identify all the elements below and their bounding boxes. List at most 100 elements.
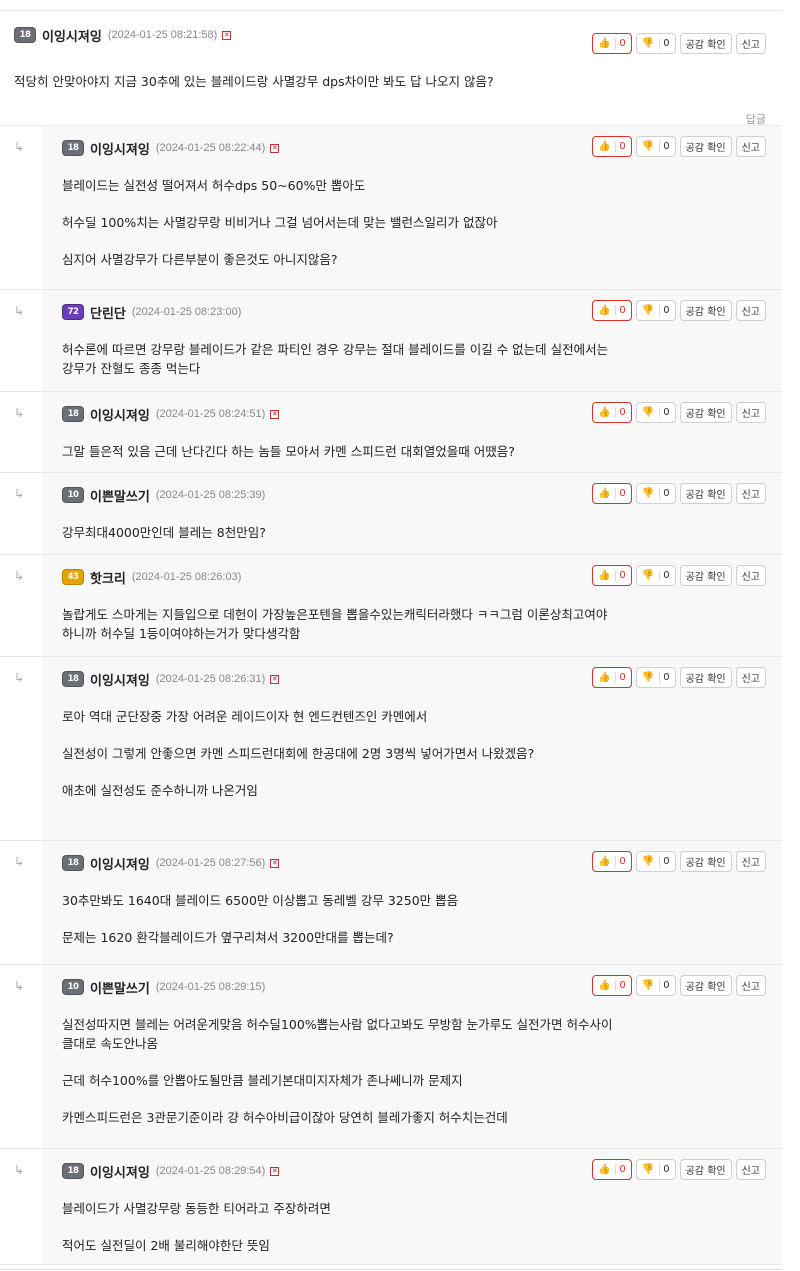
like-button[interactable]: 👍 0 — [591, 975, 632, 996]
author-nickname[interactable]: 단린단 — [90, 303, 126, 322]
comment-header: 18 이잉시져잉 (2024-01-25 08:26:31) ✕ — [62, 669, 280, 689]
comment-header: 43 핫크리 (2024-01-25 08:26:03) — [62, 567, 241, 587]
author-nickname[interactable]: 이잉시져잉 — [90, 139, 150, 158]
like-button[interactable]: 👍 0 — [591, 136, 632, 157]
like-button[interactable]: 👍 0 — [591, 402, 632, 423]
report-button[interactable]: 신고 — [735, 1159, 766, 1180]
dislike-button[interactable]: 👎 0 — [635, 33, 676, 54]
reply-paragraph: 30추만봐도 1640대 블레이드 6500만 이상뽑고 동레벨 강무 3250… — [62, 893, 459, 908]
thumbs-down-icon: 👎 — [641, 141, 655, 152]
reply-text: 허수론에 따르면 강무랑 블레이드가 같은 파티인 경우 강무는 절대 블레이드… — [62, 340, 617, 378]
thumbs-down-icon: 👎 — [641, 570, 655, 581]
level-badge-icon: 10 — [62, 487, 84, 503]
delete-mark-icon[interactable]: ✕ — [270, 409, 280, 419]
reply-comment: ↳ 18 이잉시져잉 (2024-01-25 08:26:31) ✕ 👍 0 👎 0… — [0, 657, 782, 841]
thumbs-up-icon: 👍 — [597, 1164, 611, 1175]
report-button[interactable]: 신고 — [735, 565, 766, 586]
report-button[interactable]: 신고 — [735, 975, 766, 996]
comment-header: 18 이잉시져잉 (2024-01-25 08:29:54) ✕ — [62, 1161, 280, 1181]
report-button[interactable]: 신고 — [735, 300, 766, 321]
report-button[interactable]: 신고 — [735, 402, 766, 423]
empathy-button[interactable]: 공감 확인 — [679, 300, 732, 321]
empathy-button[interactable]: 공감 확인 — [679, 33, 732, 54]
delete-mark-icon[interactable]: ✕ — [270, 143, 280, 153]
report-button[interactable]: 신고 — [735, 483, 766, 504]
reply-comment: ↳ 72 단린단 (2024-01-25 08:23:00) 👍 0 👎 0 공감 … — [0, 290, 782, 392]
comment-actions: 👍 0 👎 0 공감 확인 신고 — [591, 483, 766, 504]
dislike-button[interactable]: 👎 0 — [635, 565, 676, 586]
reply-text: 블레이드는 실전성 떨어져서 허수dps 50~60%만 뽑아도허수딜 100%… — [62, 176, 617, 269]
comment-actions: 👍 0 👎 0 공감 확인 신고 — [591, 300, 766, 321]
reply-paragraph: 로아 역대 군단장중 가장 어려운 레이드이자 현 엔드컨텐즈인 카멘에서 — [62, 709, 428, 724]
thumbs-up-icon: 👍 — [597, 141, 611, 152]
author-nickname[interactable]: 이잉시져잉 — [90, 854, 150, 873]
level-badge-icon: 43 — [62, 569, 84, 585]
delete-mark-icon[interactable]: ✕ — [270, 674, 280, 684]
reply-text: 그말 들은적 있음 근데 난다긴다 하는 놈들 모아서 카멘 스피드런 대회열었… — [62, 442, 617, 461]
dislike-button[interactable]: 👎 0 — [635, 975, 676, 996]
comment-actions: 👍 0 👎 0 공감 확인 신고 — [591, 1159, 766, 1180]
comment-header: 18 이잉시져잉 (2024-01-25 08:21:58) ✕ — [14, 25, 232, 45]
reply-paragraph: 블레이드는 실전성 떨어져서 허수dps 50~60%만 뽑아도 — [62, 178, 366, 193]
author-nickname[interactable]: 이잉시져잉 — [90, 1162, 150, 1181]
dislike-button[interactable]: 👎 0 — [635, 300, 676, 321]
reply-arrow-icon: ↳ — [14, 406, 25, 420]
dislike-button[interactable]: 👎 0 — [635, 402, 676, 423]
level-badge-icon: 18 — [62, 140, 84, 156]
comment-date: (2024-01-25 08:21:58) — [107, 29, 218, 41]
like-button[interactable]: 👍 0 — [591, 483, 632, 504]
reply-comment: ↳ 43 핫크리 (2024-01-25 08:26:03) 👍 0 👎 0 공감 … — [0, 555, 782, 657]
report-button[interactable]: 신고 — [735, 33, 766, 54]
reply-arrow-icon: ↳ — [14, 855, 25, 869]
author-nickname[interactable]: 이잉시져잉 — [42, 26, 102, 45]
author-nickname[interactable]: 이쁜말쓰기 — [90, 978, 150, 997]
author-nickname[interactable]: 이쁜말쓰기 — [90, 486, 150, 505]
like-button[interactable]: 👍 0 — [591, 300, 632, 321]
dislike-button[interactable]: 👎 0 — [635, 483, 676, 504]
reply-link[interactable]: 답글 — [746, 111, 766, 127]
reply-paragraph: 허수딜 100%치는 사멸강무랑 비비거나 그걸 넘어서는데 맞는 밸런스일리가… — [62, 215, 498, 230]
comment-thread: 18 이잉시져잉 (2024-01-25 08:21:58) ✕ 👍 0 👎 0 공… — [0, 0, 782, 1271]
like-button[interactable]: 👍 0 — [591, 33, 632, 54]
comment-header: 10 이쁜말쓰기 (2024-01-25 08:25:39) — [62, 485, 265, 505]
empathy-button[interactable]: 공감 확인 — [679, 667, 732, 688]
thumbs-down-icon: 👎 — [641, 305, 655, 316]
like-button[interactable]: 👍 0 — [591, 565, 632, 586]
like-button[interactable]: 👍 0 — [591, 667, 632, 688]
empathy-button[interactable]: 공감 확인 — [679, 483, 732, 504]
dislike-button[interactable]: 👎 0 — [635, 136, 676, 157]
empathy-button[interactable]: 공감 확인 — [679, 975, 732, 996]
reply-paragraph: 놀랍게도 스마게는 지들입으로 데헌이 가장높은포텐을 뽑을수있는캐릭터라했다 … — [62, 607, 608, 641]
reply-comment: ↳ 10 이쁜말쓰기 (2024-01-25 08:25:39) 👍 0 👎 0 공… — [0, 473, 782, 555]
like-button[interactable]: 👍 0 — [591, 1159, 632, 1180]
delete-mark-icon[interactable]: ✕ — [270, 858, 280, 868]
dislike-button[interactable]: 👎 0 — [635, 667, 676, 688]
report-button[interactable]: 신고 — [735, 136, 766, 157]
author-nickname[interactable]: 핫크리 — [90, 568, 126, 587]
reply-comment: ↳ 18 이잉시져잉 (2024-01-25 08:24:51) ✕ 👍 0 👎 0… — [0, 392, 782, 473]
empathy-button[interactable]: 공감 확인 — [679, 136, 732, 157]
level-badge-icon: 18 — [62, 406, 84, 422]
dislike-button[interactable]: 👎 0 — [635, 1159, 676, 1180]
comment-date: (2024-01-25 08:23:00) — [131, 306, 242, 318]
dislike-button[interactable]: 👎 0 — [635, 851, 676, 872]
delete-mark-icon[interactable]: ✕ — [270, 1166, 280, 1176]
empathy-button[interactable]: 공감 확인 — [679, 402, 732, 423]
comment-date: (2024-01-25 08:27:56) — [155, 857, 266, 869]
empathy-button[interactable]: 공감 확인 — [679, 1159, 732, 1180]
reply-list: ↳ 18 이잉시져잉 (2024-01-25 08:22:44) ✕ 👍 0 👎 0… — [0, 126, 782, 1265]
report-button[interactable]: 신고 — [735, 851, 766, 872]
reply-paragraph: 허수론에 따르면 강무랑 블레이드가 같은 파티인 경우 강무는 절대 블레이드… — [62, 342, 609, 376]
comment-date: (2024-01-25 08:29:54) — [155, 1165, 266, 1177]
comment-date: (2024-01-25 08:25:39) — [155, 489, 266, 501]
reply-text: 강무최대4000만인데 블레는 8천만임? — [62, 523, 617, 542]
thumbs-down-icon: 👎 — [641, 407, 655, 418]
author-nickname[interactable]: 이잉시져잉 — [90, 670, 150, 689]
report-button[interactable]: 신고 — [735, 667, 766, 688]
thumbs-up-icon: 👍 — [597, 980, 611, 991]
like-button[interactable]: 👍 0 — [591, 851, 632, 872]
delete-mark-icon[interactable]: ✕ — [222, 30, 232, 40]
empathy-button[interactable]: 공감 확인 — [679, 851, 732, 872]
empathy-button[interactable]: 공감 확인 — [679, 565, 732, 586]
author-nickname[interactable]: 이잉시져잉 — [90, 405, 150, 424]
